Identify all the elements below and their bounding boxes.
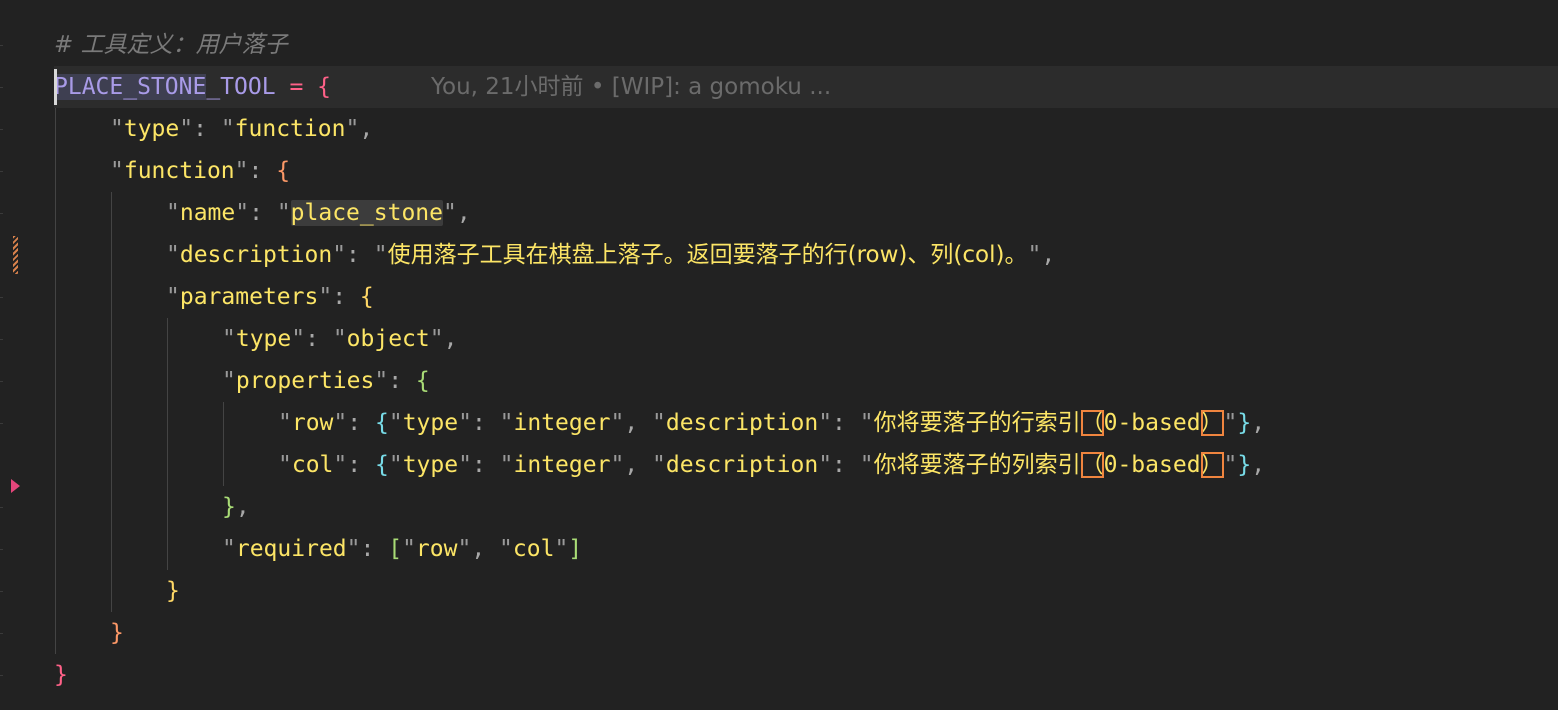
comment-text: # 工具定义：用户落子 bbox=[54, 32, 288, 58]
key-properties: properties bbox=[235, 368, 375, 394]
git-blame-annotation[interactable]: You, 21小时前 • [WIP]: a gomoku ... bbox=[331, 74, 831, 100]
text-cursor bbox=[54, 69, 57, 105]
brace-open: { bbox=[359, 284, 374, 310]
key-type: type bbox=[235, 326, 292, 352]
breakpoint-arrow-icon[interactable] bbox=[11, 479, 20, 493]
key-name: name bbox=[179, 200, 236, 226]
code-line-comment[interactable]: # 工具定义：用户落子 bbox=[54, 24, 288, 66]
value-integer: integer bbox=[513, 452, 611, 478]
code-line-parameters[interactable]: "parameters": { bbox=[166, 276, 374, 318]
code-line-row[interactable]: "row": {"type": "integer", "description"… bbox=[278, 402, 1265, 444]
col-description-cjk: 你将要落子的列索引 bbox=[873, 452, 1081, 478]
fullwidth-paren-open-highlight: （ bbox=[1080, 410, 1104, 436]
fullwidth-paren-close-highlight: ） bbox=[1200, 452, 1224, 478]
key-type: type bbox=[402, 452, 459, 478]
code-line-param-type[interactable]: "type": "object", bbox=[222, 318, 457, 360]
key-description: description bbox=[665, 452, 819, 478]
code-line-assignment[interactable]: PLACE_STONE_TOOL = {You, 21小时前 • [WIP]: … bbox=[54, 66, 831, 108]
key-type: type bbox=[402, 410, 459, 436]
key-required: required bbox=[235, 536, 347, 562]
code-line-close-tool[interactable]: } bbox=[54, 654, 68, 696]
code-line-close-function[interactable]: } bbox=[110, 612, 124, 654]
variable-name-suffix: _TOOL bbox=[206, 74, 276, 100]
code-line-close-parameters[interactable]: } bbox=[166, 570, 180, 612]
required-col: col bbox=[512, 536, 555, 562]
key-col: col bbox=[291, 452, 334, 478]
brace-open: { bbox=[317, 74, 332, 100]
code-line-close-properties[interactable]: }, bbox=[222, 486, 250, 528]
value-description: 使用落子工具在棋盘上落子。返回要落子的行(row)、列(col)。 bbox=[387, 242, 1028, 268]
code-editor[interactable]: # 工具定义：用户落子 PLACE_STONE_TOOL = {You, 21小… bbox=[0, 0, 1558, 710]
required-row: row bbox=[415, 536, 458, 562]
key-function: function bbox=[123, 158, 235, 184]
code-line-function[interactable]: "function": { bbox=[110, 150, 290, 192]
code-line-type[interactable]: "type": "function", bbox=[110, 108, 373, 150]
code-line-properties[interactable]: "properties": { bbox=[222, 360, 430, 402]
value-object: object bbox=[346, 326, 430, 352]
value-function: function bbox=[234, 116, 346, 142]
brace-open: { bbox=[415, 368, 430, 394]
indent-guide bbox=[167, 318, 168, 570]
indent-guide bbox=[223, 402, 224, 486]
code-line-name[interactable]: "name": "place_stone", bbox=[166, 192, 471, 234]
fullwidth-paren-open-highlight: （ bbox=[1080, 452, 1104, 478]
code-line-col[interactable]: "col": {"type": "integer", "description"… bbox=[278, 444, 1265, 486]
editor-gutter[interactable] bbox=[0, 0, 30, 710]
indent-guide bbox=[55, 108, 56, 654]
key-description: description bbox=[179, 242, 333, 268]
key-type: type bbox=[123, 116, 180, 142]
code-line-required[interactable]: "required": ["row", "col"] bbox=[222, 528, 582, 570]
variable-name-selected: PLACE_STONE bbox=[54, 74, 207, 100]
key-row: row bbox=[291, 410, 334, 436]
key-parameters: parameters bbox=[179, 284, 319, 310]
code-line-description[interactable]: "description": "使用落子工具在棋盘上落子。返回要落子的行(row… bbox=[166, 234, 1055, 276]
col-description-based: 0-based bbox=[1103, 452, 1201, 478]
equals-operator: = bbox=[289, 74, 304, 100]
brace-open: { bbox=[276, 158, 291, 184]
indent-guide bbox=[111, 192, 112, 612]
row-description-based: 0-based bbox=[1103, 410, 1201, 436]
row-description-cjk: 你将要落子的行索引 bbox=[873, 410, 1081, 436]
git-modified-marker[interactable] bbox=[13, 236, 18, 274]
fullwidth-paren-close-highlight: ） bbox=[1200, 410, 1224, 436]
key-description: description bbox=[665, 410, 819, 436]
value-integer: integer bbox=[513, 410, 611, 436]
value-place-stone: place_stone bbox=[290, 200, 443, 226]
